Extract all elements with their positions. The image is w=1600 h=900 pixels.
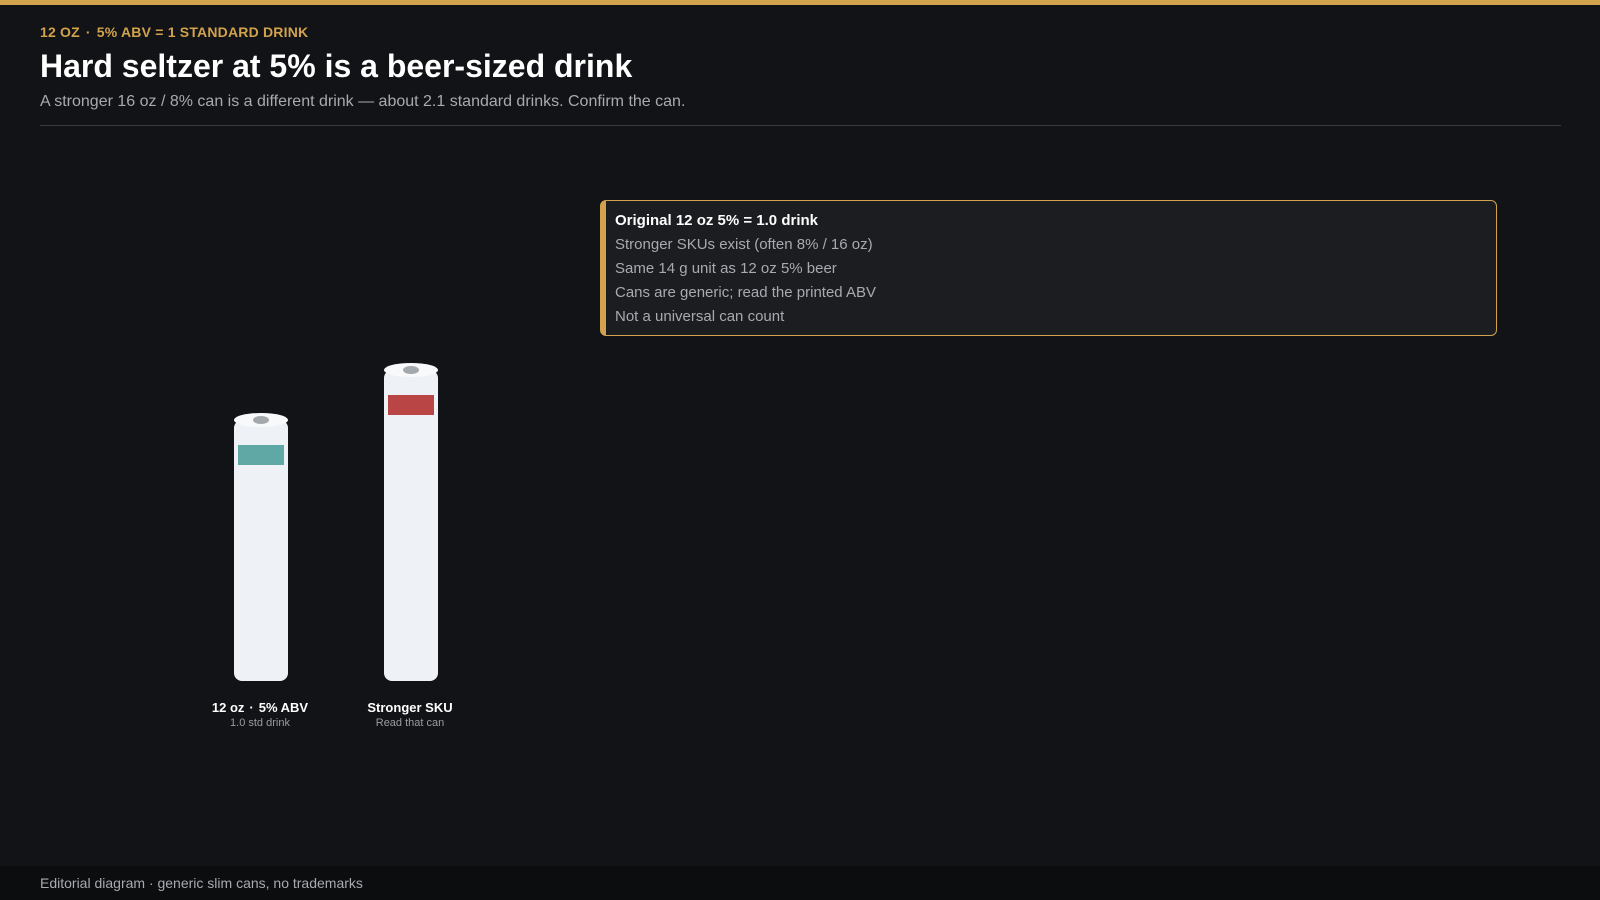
- callout-heading: Original 12 oz 5% = 1.0 drink: [615, 212, 818, 229]
- can-standard-size: 12 oz: [211, 700, 245, 715]
- page-title: Hard seltzer at 5% is a beer-sized drink: [40, 48, 633, 84]
- can-standard-abv: 5% ABV: [258, 700, 309, 715]
- kicker-separator: ·: [85, 24, 91, 40]
- page: 12 OZ · 5% ABV = 1 STANDARD DRINK Hard sel…: [0, 0, 1600, 900]
- kicker-size: 12 OZ: [40, 24, 80, 40]
- page-subtitle: A stronger 16 oz / 8% can is a different…: [40, 93, 686, 110]
- header-divider: [40, 125, 1561, 126]
- can-standard-lid: [234, 413, 288, 427]
- callout-box: Original 12 oz 5% = 1.0 drink Stronger S…: [600, 200, 1497, 336]
- kicker-equivalence: 5% ABV = 1 STANDARD DRINK: [96, 24, 309, 40]
- can-standard-separator: ·: [249, 700, 254, 715]
- top-accent-rule: [0, 0, 1600, 5]
- can-standard-label-band: [238, 445, 284, 465]
- can-stronger-label: Stronger SKU: [367, 700, 453, 715]
- footer: Editorial diagram · generic slim cans, n…: [0, 866, 1600, 900]
- can-standard: [234, 413, 288, 681]
- can-stronger-label-band: [388, 395, 434, 415]
- kicker: 12 OZ · 5% ABV = 1 STANDARD DRINK: [40, 24, 308, 40]
- can-standard-pull-tab: [253, 416, 269, 424]
- can-stronger-body: [384, 370, 438, 681]
- callout-item: Not a universal can count: [615, 308, 785, 325]
- can-stronger-sublabel: Read that can: [375, 717, 445, 729]
- footer-text: Editorial diagram · generic slim cans, n…: [40, 875, 363, 891]
- can-stronger-caption: Stronger SKU Read that can: [320, 700, 500, 729]
- can-stronger-lid: [384, 363, 438, 377]
- callout-item: Cans are generic; read the printed ABV: [615, 284, 876, 301]
- can-stronger: [384, 363, 438, 681]
- can-stronger-pull-tab: [403, 366, 419, 374]
- callout-item: Same 14 g unit as 12 oz 5% beer: [615, 260, 837, 277]
- callout-item: Stronger SKUs exist (often 8% / 16 oz): [615, 236, 873, 253]
